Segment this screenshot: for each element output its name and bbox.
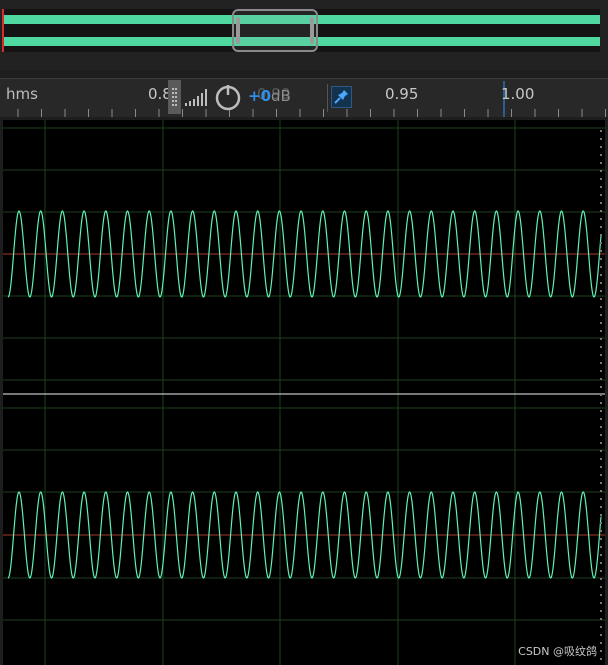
volume-knob-icon[interactable] <box>214 83 242 111</box>
amplitude-scale-dot <box>600 490 602 492</box>
level-meter-icon <box>185 89 207 106</box>
amplitude-scale-dot <box>600 626 602 628</box>
amplitude-scale-dot <box>600 258 602 260</box>
range-left-handle[interactable] <box>236 17 240 44</box>
amplitude-scale-dot <box>600 650 602 652</box>
amplitude-scale-dot <box>600 266 602 268</box>
amplitude-scale-dot <box>600 306 602 308</box>
watermark: CSDN @吸纹鸽 <box>518 645 597 658</box>
waveform-display[interactable] <box>3 120 605 665</box>
waveform-editor[interactable]: CSDN @吸纹鸽 <box>3 120 605 665</box>
amplitude-scale-dot <box>600 418 602 420</box>
amplitude-scale-dot <box>600 178 602 180</box>
overview-visible-range[interactable] <box>232 9 318 52</box>
amplitude-scale-dot <box>600 538 602 540</box>
amplitude-scale-dot <box>600 410 602 412</box>
amplitude-scale-dot <box>600 594 602 596</box>
hud-drag-handle[interactable] <box>168 80 181 114</box>
hud-divider <box>327 84 328 112</box>
amplitude-scale-dot <box>600 274 602 276</box>
amplitude-scale-dot <box>600 586 602 588</box>
amplitude-scale-dot <box>600 562 602 564</box>
amplitude-scale-dot <box>600 610 602 612</box>
amplitude-scale-dot <box>600 570 602 572</box>
amplitude-scale-dot <box>600 482 602 484</box>
amplitude-scale-dot <box>600 298 602 300</box>
amplitude-scale-dot <box>600 634 602 636</box>
amplitude-scale-dot <box>600 250 602 252</box>
amplitude-scale-dot <box>600 282 602 284</box>
amplitude-scale-dot <box>600 522 602 524</box>
amplitude-scale-dot <box>600 194 602 196</box>
overview-playhead[interactable] <box>2 9 4 52</box>
amplitude-scale-dot <box>600 202 602 204</box>
amplitude-scale-dot <box>600 530 602 532</box>
amplitude-scale-dot <box>600 394 602 396</box>
amplitude-scale-dot <box>600 658 602 660</box>
amplitude-scale-dot <box>600 554 602 556</box>
amplitude-scale-dot <box>600 218 602 220</box>
gain-value[interactable]: +0 <box>248 87 271 105</box>
amplitude-scale-dot <box>600 314 602 316</box>
amplitude-scale-dot <box>600 170 602 172</box>
amplitude-scale-dot <box>600 234 602 236</box>
amplitude-scale-dot <box>600 386 602 388</box>
amplitude-scale-dot <box>600 162 602 164</box>
amplitude-scale-dot <box>600 186 602 188</box>
amplitude-scale-dot <box>600 450 602 452</box>
amplitude-scale-dot <box>600 514 602 516</box>
amplitude-scale-dot <box>600 290 602 292</box>
amplitude-scale-dot <box>600 370 602 372</box>
amplitude-scale-dot <box>600 474 602 476</box>
amplitude-scale-dot <box>600 426 602 428</box>
amplitude-scale-dot <box>600 354 602 356</box>
pin-icon <box>334 90 348 104</box>
amplitude-scale-dot <box>600 242 602 244</box>
overview-navigator[interactable] <box>0 0 608 70</box>
amplitude-scale-dot <box>600 330 602 332</box>
amplitude-scale-dot <box>600 578 602 580</box>
amplitude-scale-dot <box>600 402 602 404</box>
amplitude-scale-dot <box>600 146 602 148</box>
amplitude-scale-dot <box>600 434 602 436</box>
amplitude-scale-dot <box>600 130 602 132</box>
amplitude-scale-dot <box>600 154 602 156</box>
amplitude-scale-dot <box>600 138 602 140</box>
amplitude-scale-dot <box>600 226 602 228</box>
gain-unit: dB <box>271 87 291 105</box>
amplitude-scale-dot <box>600 458 602 460</box>
amplitude-scale-dot <box>600 338 602 340</box>
pin-button[interactable] <box>331 86 352 108</box>
amplitude-scale-dot <box>600 362 602 364</box>
amplitude-scale-dot <box>600 466 602 468</box>
amplitude-scale-dot <box>600 322 602 324</box>
amplitude-scale-dot <box>600 442 602 444</box>
amplitude-scale-dot <box>600 498 602 500</box>
range-right-handle[interactable] <box>310 17 314 44</box>
grip-dots-icon <box>172 88 177 106</box>
amplitude-scale-dot <box>600 618 602 620</box>
ruler-tick-label: 0.95 <box>385 85 419 103</box>
amplitude-scale-dot <box>600 602 602 604</box>
ruler-tick-label: 1.00 <box>501 85 535 103</box>
amplitude-scale-dot <box>600 210 602 212</box>
amplitude-scale-dot <box>600 642 602 644</box>
amplitude-scale-dot <box>600 346 602 348</box>
time-format-label[interactable]: hms <box>6 85 38 103</box>
amplitude-scale-dot <box>600 378 602 380</box>
amplitude-scale-dot <box>600 546 602 548</box>
amplitude-scale-dot <box>600 506 602 508</box>
